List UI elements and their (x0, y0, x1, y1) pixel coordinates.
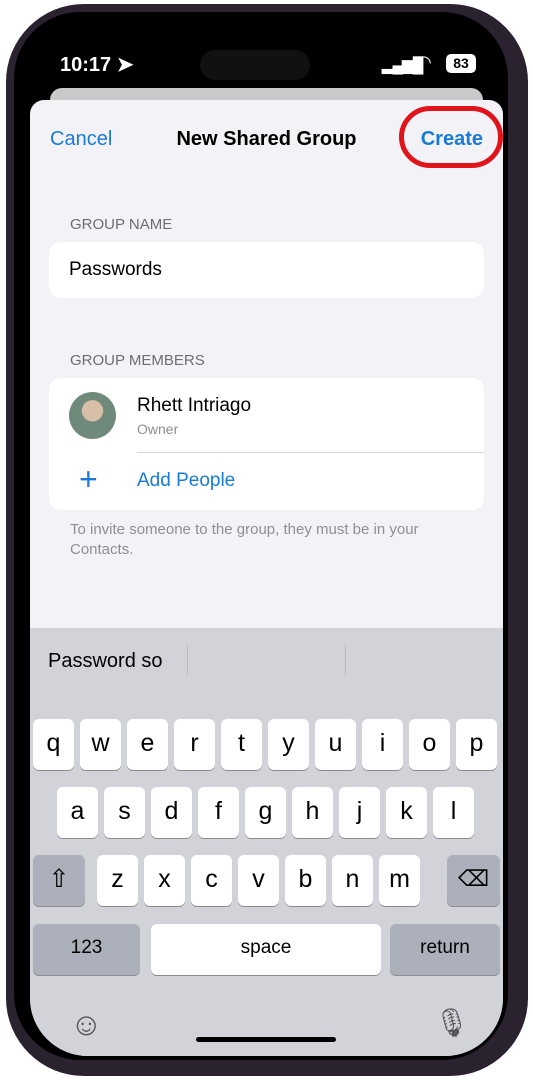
screen: 10:17 ➤ ▂▄▆█ ◠ 83 Cancel New Shared Grou… (30, 22, 503, 1056)
member-name: Rhett Intriago (137, 395, 252, 416)
key-v[interactable]: v (238, 855, 279, 906)
key-s[interactable]: s (104, 787, 145, 838)
key-h[interactable]: h (292, 787, 333, 838)
suggestion-divider (345, 645, 346, 675)
key-d[interactable]: d (151, 787, 192, 838)
dynamic-island (200, 50, 310, 80)
key-n[interactable]: n (332, 855, 373, 906)
key-l[interactable]: l (433, 787, 474, 838)
key-e[interactable]: e (127, 719, 168, 770)
key-u[interactable]: u (315, 719, 356, 770)
key-o[interactable]: o (409, 719, 450, 770)
suggestion-1[interactable]: Password so (48, 650, 163, 673)
microphone-icon[interactable]: 🎙︎ (434, 1006, 470, 1039)
location-arrow-icon: ➤ (116, 54, 134, 76)
delete-key[interactable]: ⌫ (447, 855, 500, 906)
key-j[interactable]: j (339, 787, 380, 838)
space-key[interactable]: space (151, 924, 381, 975)
add-people-button[interactable]: + Add People (49, 453, 484, 510)
invite-footer: To invite someone to the group, they mus… (70, 521, 419, 558)
key-b[interactable]: b (285, 855, 326, 906)
avatar (69, 392, 116, 439)
key-a[interactable]: a (57, 787, 98, 838)
key-i[interactable]: i (362, 719, 403, 770)
plus-icon: + (79, 461, 98, 497)
numbers-key[interactable]: 123 (33, 924, 140, 975)
key-z[interactable]: z (97, 855, 138, 906)
home-indicator (196, 1037, 336, 1042)
member-role: Owner (137, 421, 179, 437)
shift-key[interactable]: ⇧ (33, 855, 85, 906)
highlight-circle (399, 106, 503, 168)
group-name-label: GROUP NAME (70, 216, 173, 233)
group-name-field[interactable]: Passwords (49, 242, 484, 298)
add-people-label: Add People (137, 470, 236, 491)
key-w[interactable]: w (80, 719, 121, 770)
wifi-icon: ◠ (416, 52, 432, 72)
suggestion-divider (187, 645, 188, 675)
battery-icon: 83 (446, 54, 476, 73)
group-members-label: GROUP MEMBERS (70, 352, 205, 369)
key-g[interactable]: g (245, 787, 286, 838)
group-members-list: Rhett Intriago Owner + Add People (49, 378, 484, 510)
key-q[interactable]: q (33, 719, 74, 770)
key-y[interactable]: y (268, 719, 309, 770)
emoji-icon[interactable]: ☺ (70, 1006, 103, 1043)
key-m[interactable]: m (379, 855, 420, 906)
group-name-value: Passwords (69, 259, 162, 280)
key-k[interactable]: k (386, 787, 427, 838)
key-r[interactable]: r (174, 719, 215, 770)
status-time: 10:17 ➤ (60, 52, 133, 77)
key-f[interactable]: f (198, 787, 239, 838)
return-key[interactable]: return (390, 924, 500, 975)
time-text: 10:17 (60, 54, 112, 76)
member-row[interactable]: Rhett Intriago Owner (49, 378, 484, 452)
key-c[interactable]: c (191, 855, 232, 906)
key-p[interactable]: p (456, 719, 497, 770)
status-bar: 10:17 ➤ ▂▄▆█ ◠ 83 (30, 50, 503, 80)
keyboard: Password so qwertyuiop asdfghjkl zxcvbnm ⇧… (30, 628, 503, 1056)
key-x[interactable]: x (144, 855, 185, 906)
key-t[interactable]: t (221, 719, 262, 770)
